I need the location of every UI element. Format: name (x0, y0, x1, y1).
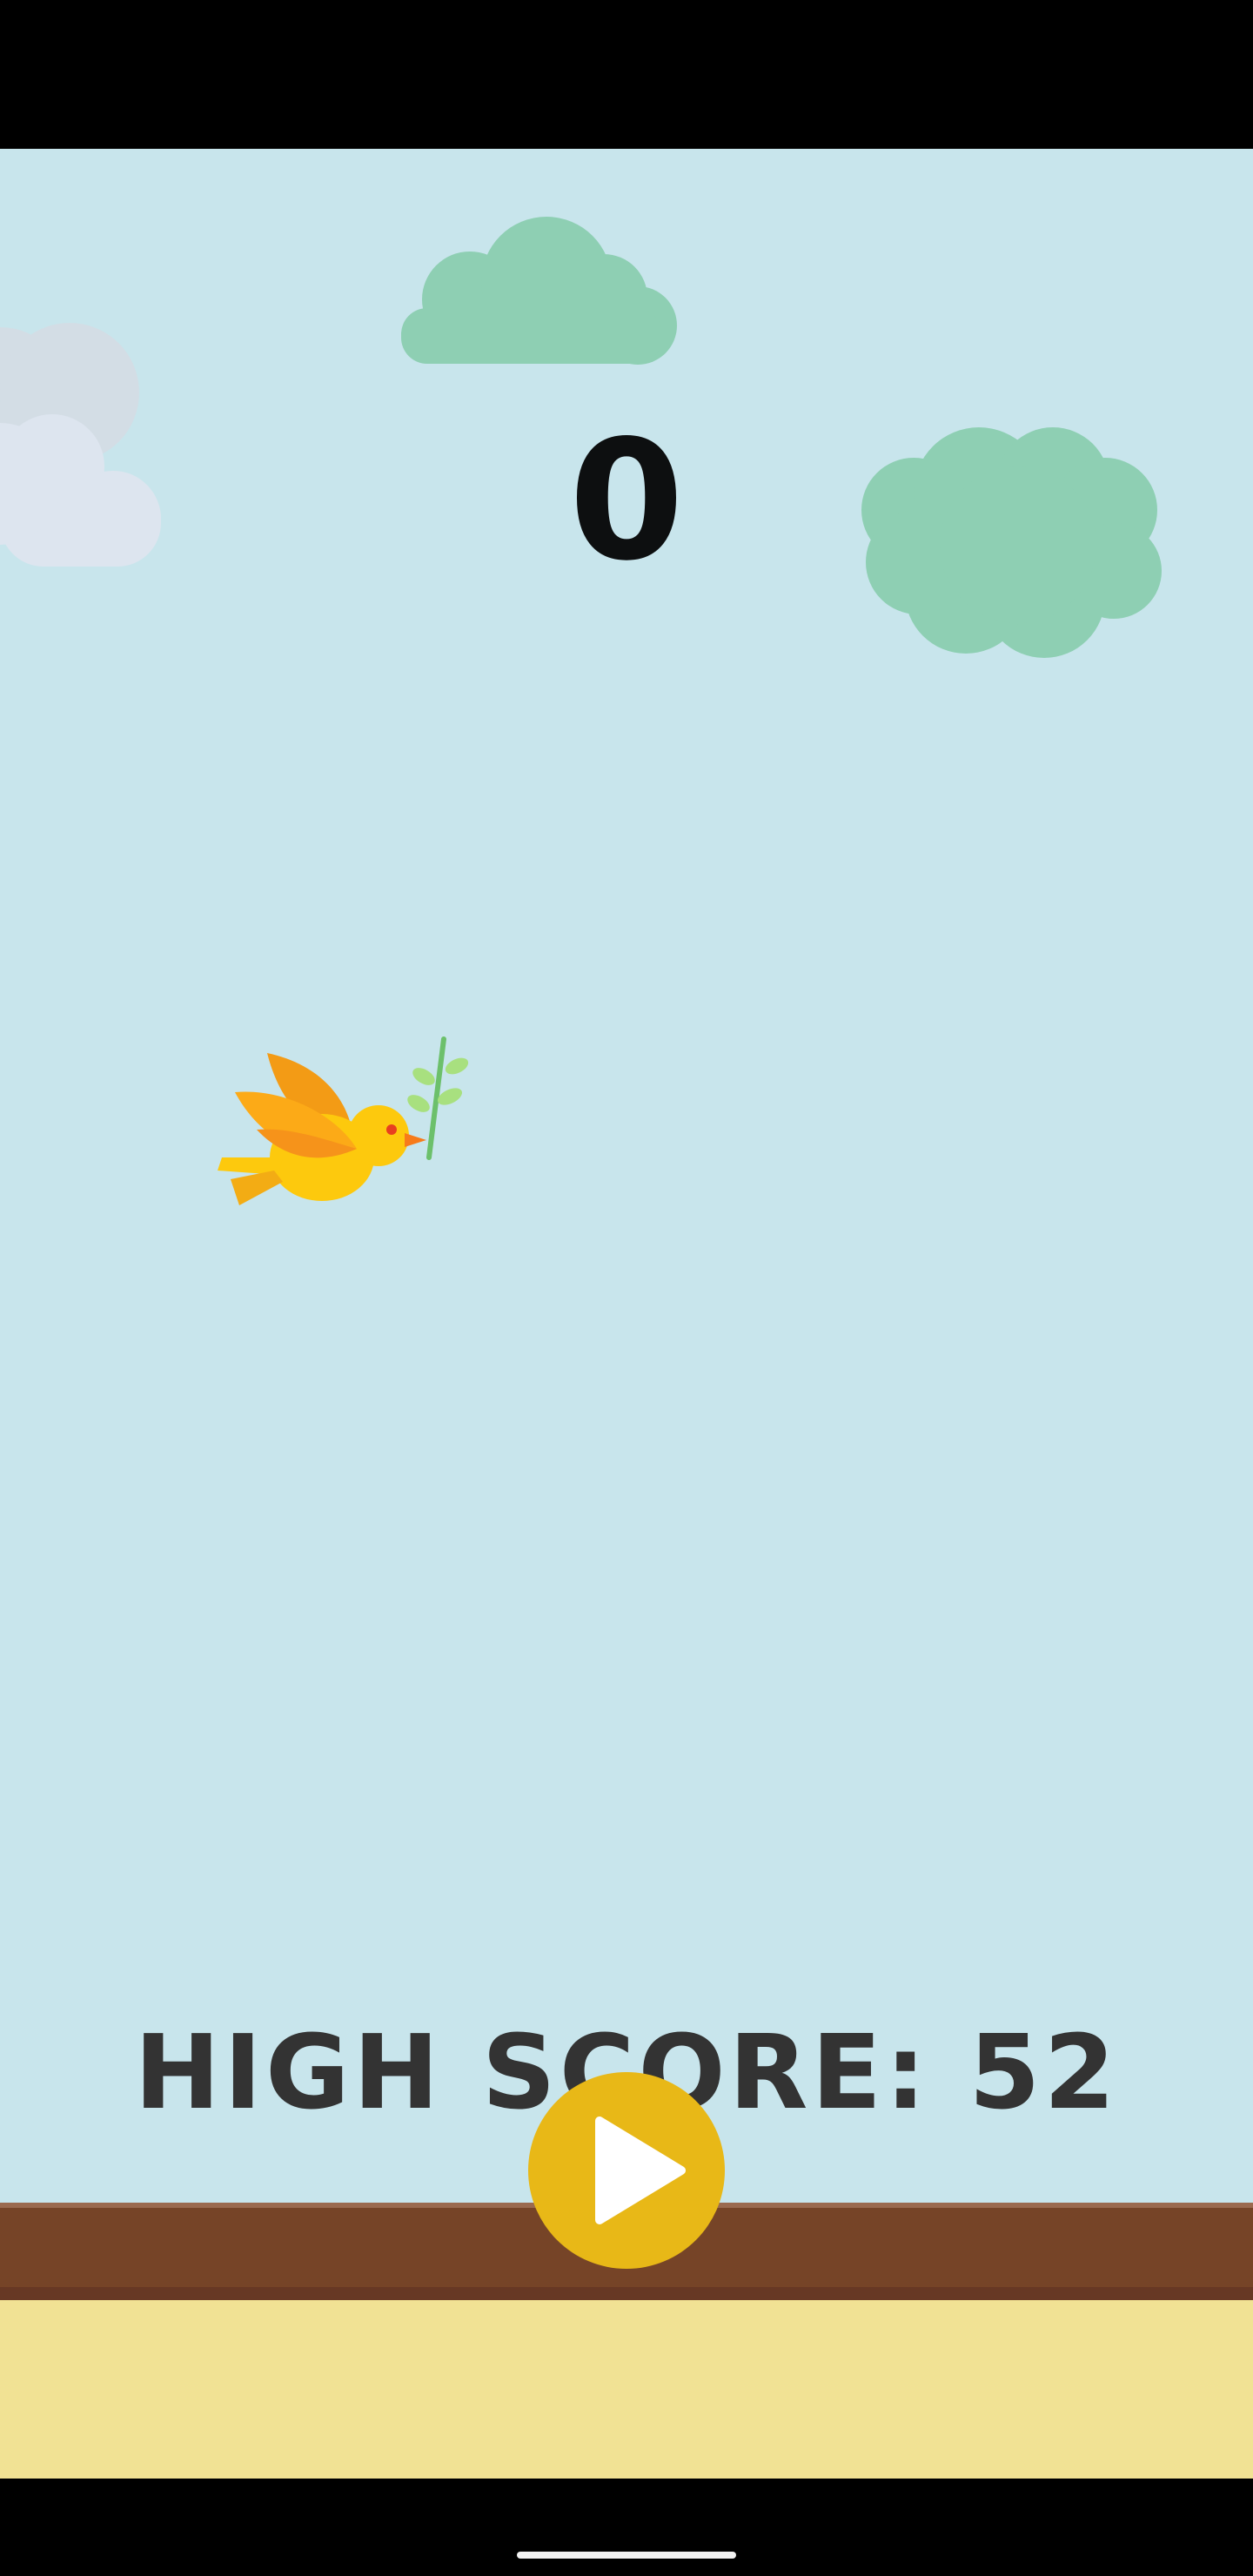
ground-dirt-shadow (0, 2287, 1253, 2300)
status-bar (0, 0, 1253, 149)
navigation-bar (0, 2479, 1253, 2576)
bird-player-icon (218, 1036, 469, 1205)
play-button[interactable] (528, 2072, 725, 2269)
cloud-green-top (401, 217, 677, 365)
home-indicator[interactable] (517, 2552, 736, 2559)
play-icon (595, 2116, 686, 2224)
ground-sand (0, 2300, 1253, 2479)
current-score: 0 (568, 405, 685, 597)
game-sky[interactable]: 0 HIGH SCORE: 52 (0, 149, 1253, 2203)
